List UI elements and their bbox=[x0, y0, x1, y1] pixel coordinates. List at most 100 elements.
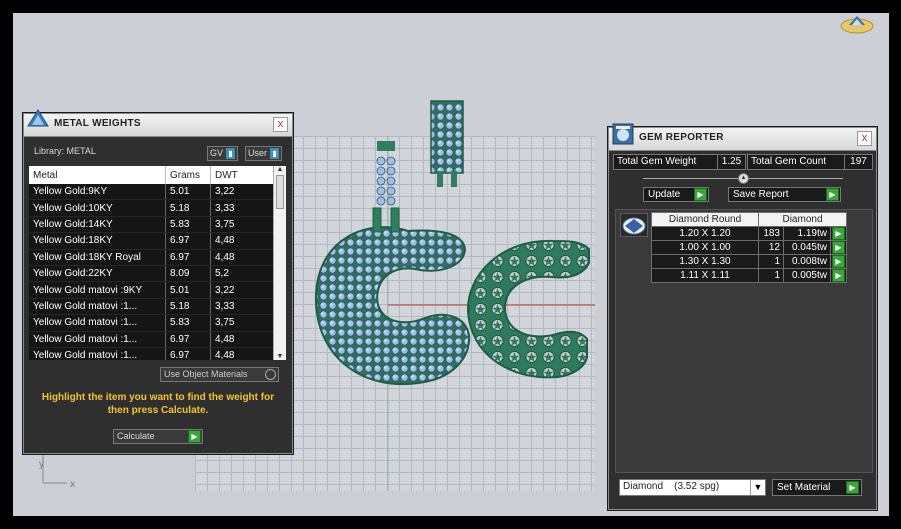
cell-grams: 5.83 bbox=[165, 314, 211, 332]
panel-title: METAL WEIGHTS bbox=[54, 118, 141, 129]
user-toggle[interactable]: User ▮ bbox=[245, 146, 283, 161]
gem-row[interactable]: 1.30 X 1.30 1 0.008tw ▶ bbox=[651, 254, 847, 269]
cell-size: 1.30 X 1.30 bbox=[651, 254, 759, 269]
cell-size: 1.20 X 1.20 bbox=[651, 226, 759, 241]
collapse-icon[interactable]: ▲ bbox=[738, 173, 749, 184]
total-gem-count: Total Gem Count 197 bbox=[747, 154, 873, 170]
cell-count: 12 bbox=[758, 240, 784, 255]
total-gem-weight-label: Total Gem Weight bbox=[617, 156, 697, 167]
cell-weight: 0.005tw bbox=[783, 268, 831, 283]
cell-grams: 5.01 bbox=[165, 281, 211, 299]
table-row[interactable]: Yellow Gold matovi :1... 5.83 3,75 bbox=[29, 314, 286, 332]
cell-size: 1.00 X 1.00 bbox=[651, 240, 759, 255]
table-row[interactable]: Yellow Gold:14KY 5.83 3,75 bbox=[29, 216, 286, 234]
table-row[interactable]: Yellow Gold matovi :1... 5.18 3,33 bbox=[29, 298, 286, 316]
gv-label: GV bbox=[210, 148, 224, 158]
table-row[interactable]: Yellow Gold matovi :1... 6.97 4,48 bbox=[29, 347, 286, 360]
play-icon: ▶ bbox=[188, 430, 201, 443]
use-object-materials-label: Use Object Materials bbox=[164, 369, 248, 379]
cell-weight: 0.045tw bbox=[783, 240, 831, 255]
cell-metal: Yellow Gold:22KY bbox=[29, 265, 166, 283]
hint-text: Highlight the item you want to find the … bbox=[41, 392, 275, 416]
cell-grams: 8.09 bbox=[165, 265, 211, 283]
axis-y-label: y bbox=[39, 459, 44, 470]
gv-toggle[interactable]: GV ▮ bbox=[207, 146, 239, 161]
diamond-icon bbox=[620, 213, 648, 237]
set-material-button[interactable]: Set Material ▶ bbox=[772, 479, 862, 496]
table-row[interactable]: Yellow Gold:9KY 5.01 3,22 bbox=[29, 184, 286, 201]
table-row[interactable]: Yellow Gold:18KY 6.97 4,48 bbox=[29, 232, 286, 250]
cell-count: 183 bbox=[758, 226, 784, 241]
column-grams[interactable]: Grams bbox=[165, 166, 211, 184]
close-icon[interactable]: x bbox=[273, 117, 288, 132]
close-icon[interactable]: x bbox=[857, 131, 872, 146]
table-row[interactable]: Yellow Gold:18KY Royal 6.97 4,48 bbox=[29, 249, 286, 266]
update-button[interactable]: Update ▶ bbox=[643, 187, 709, 202]
use-object-materials-toggle[interactable]: Use Object Materials bbox=[160, 367, 279, 382]
gem-reporter-panel: GEM REPORTER x Total Gem Weight 1.25 Tot… bbox=[608, 123, 877, 510]
gem-reporter-icon bbox=[612, 123, 634, 145]
cell-metal: Yellow Gold matovi :1... bbox=[29, 298, 166, 316]
column-metal[interactable]: Metal bbox=[29, 166, 166, 184]
play-icon[interactable]: ▶ bbox=[832, 269, 845, 282]
calculate-label: Calculate bbox=[117, 431, 155, 441]
play-icon[interactable]: ▶ bbox=[832, 241, 845, 254]
cell-grams: 5.01 bbox=[165, 184, 211, 201]
header-diamond: Diamond bbox=[758, 212, 847, 227]
row-action[interactable]: ▶ bbox=[830, 226, 847, 241]
user-label: User bbox=[248, 148, 268, 158]
table-row[interactable]: Yellow Gold matovi :1... 6.97 4,48 bbox=[29, 331, 286, 348]
scroll-up-icon[interactable]: ▲ bbox=[274, 166, 286, 173]
metal-list-scrollbar[interactable]: ▲ ▼ bbox=[273, 166, 286, 360]
cell-metal: Yellow Gold:14KY bbox=[29, 216, 166, 234]
scroll-thumb[interactable] bbox=[276, 175, 284, 209]
cell-grams: 6.97 bbox=[165, 331, 211, 348]
logo-icon bbox=[840, 16, 874, 34]
cell-metal: Yellow Gold matovi :1... bbox=[29, 331, 166, 348]
gem-row[interactable]: 1.20 X 1.20 183 1.19tw ▶ bbox=[651, 226, 847, 241]
calculate-button[interactable]: Calculate ▶ bbox=[113, 429, 203, 444]
set-material-label: Set Material bbox=[777, 482, 831, 493]
update-label: Update bbox=[648, 189, 681, 200]
row-action[interactable]: ▶ bbox=[830, 268, 847, 283]
library-label: Library: METAL bbox=[34, 146, 96, 156]
save-report-button[interactable]: Save Report ▶ bbox=[728, 187, 841, 202]
gem-reporter-titlebar[interactable]: GEM REPORTER x bbox=[609, 123, 876, 151]
row-action[interactable]: ▶ bbox=[830, 254, 847, 269]
table-row[interactable]: Yellow Gold:10KY 5.18 3,33 bbox=[29, 199, 286, 217]
cell-metal: Yellow Gold:18KY Royal bbox=[29, 249, 166, 266]
cell-count: 1 bbox=[758, 254, 784, 269]
radio-icon[interactable] bbox=[265, 369, 276, 380]
table-row[interactable]: Yellow Gold:22KY 8.09 5,2 bbox=[29, 265, 286, 283]
scroll-down-icon[interactable]: ▼ bbox=[274, 353, 286, 360]
cell-weight: 1.19tw bbox=[783, 226, 831, 241]
cell-grams: 5.18 bbox=[165, 199, 211, 217]
totals-row: Total Gem Weight 1.25 Total Gem Count 19… bbox=[613, 154, 873, 170]
row-action[interactable]: ▶ bbox=[830, 240, 847, 255]
play-icon: ▶ bbox=[846, 481, 859, 494]
total-gem-weight-value: 1.25 bbox=[717, 155, 745, 169]
material-select[interactable]: Diamond (3.52 spg) ▼ bbox=[619, 479, 766, 496]
cell-grams: 5.18 bbox=[165, 298, 211, 316]
cell-count: 1 bbox=[758, 268, 784, 283]
cell-metal: Yellow Gold:18KY bbox=[29, 232, 166, 250]
material-select-value: Diamond (3.52 spg) bbox=[623, 481, 720, 492]
gem-list[interactable]: Diamond Round Diamond 1.20 X 1.20 183 1.19… bbox=[615, 209, 873, 473]
cell-metal: Yellow Gold:9KY bbox=[29, 184, 166, 201]
metal-weights-titlebar[interactable]: METAL WEIGHTS x bbox=[24, 109, 292, 137]
metal-list[interactable]: Metal Grams DWT Yellow Gold:9KY 5.01 3,22 Y… bbox=[29, 166, 286, 360]
table-row[interactable]: Yellow Gold matovi :9KY 5.01 3,22 bbox=[29, 281, 286, 299]
user-toggle-icon: ▮ bbox=[270, 148, 280, 159]
gem-row[interactable]: 1.11 X 1.11 1 0.005tw ▶ bbox=[651, 268, 847, 283]
cell-grams: 6.97 bbox=[165, 347, 211, 360]
gv-toggle-icon: ▮ bbox=[226, 148, 236, 159]
play-icon[interactable]: ▶ bbox=[832, 255, 845, 268]
gem-table: Diamond Round Diamond 1.20 X 1.20 183 1.19… bbox=[651, 212, 847, 283]
play-icon[interactable]: ▶ bbox=[832, 227, 845, 240]
cell-weight: 0.008tw bbox=[783, 254, 831, 269]
gem-row[interactable]: 1.00 X 1.00 12 0.045tw ▶ bbox=[651, 240, 847, 255]
play-icon: ▶ bbox=[694, 188, 707, 201]
cell-grams: 5.83 bbox=[165, 216, 211, 234]
chevron-down-icon[interactable]: ▼ bbox=[750, 480, 765, 495]
total-gem-count-value: 197 bbox=[844, 155, 872, 169]
